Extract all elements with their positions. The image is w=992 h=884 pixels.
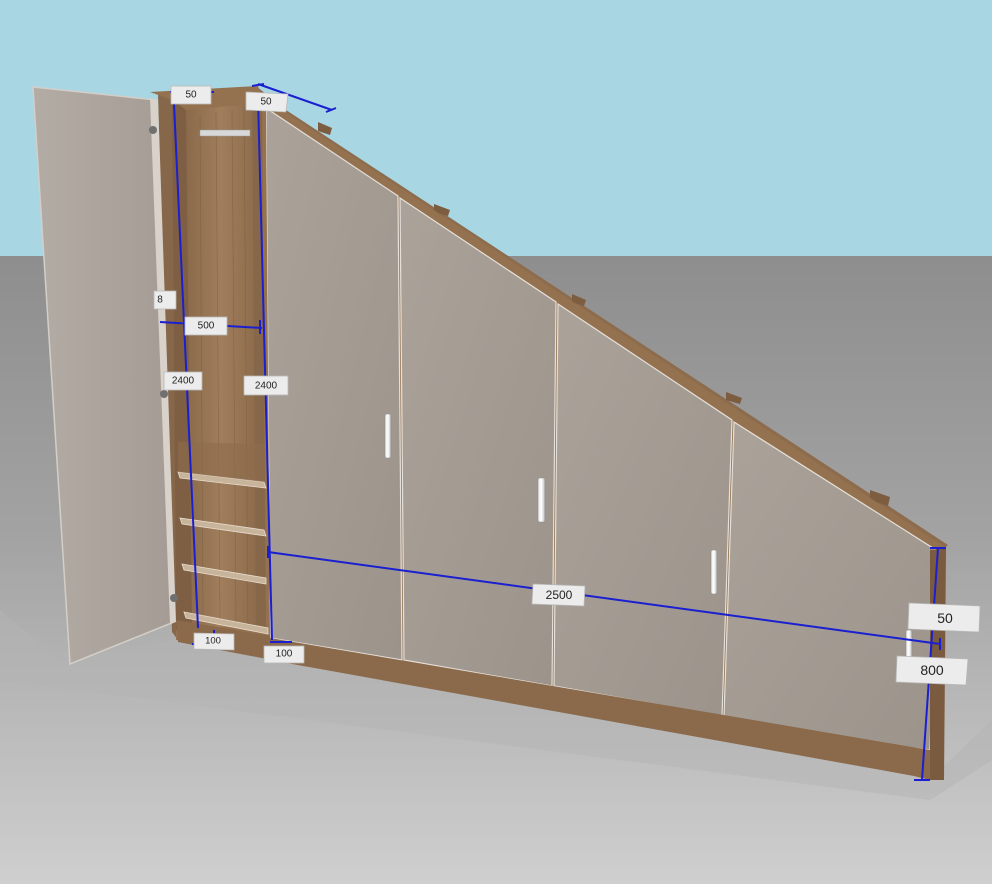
dim-value: 800	[920, 662, 944, 678]
dim-value: 8	[157, 295, 163, 306]
door-handle-icon[interactable]	[537, 477, 546, 523]
column-interior	[186, 104, 256, 628]
hinge-icon	[170, 594, 178, 602]
hinge-icon	[149, 126, 157, 134]
door-handle-icon[interactable]	[384, 413, 392, 459]
dim-value: 500	[198, 321, 215, 332]
dim-label-right-height[interactable]: 800	[895, 655, 969, 686]
wardrobe-3d-view: 50 50 8 500 2400 2400 100 100 2500 50 80…	[0, 0, 992, 884]
dim-value: 50	[937, 610, 953, 626]
hinge-icon	[160, 390, 168, 398]
dim-value: 100	[276, 649, 293, 660]
dim-label-plinth-right[interactable]: 100	[263, 645, 305, 664]
dim-label-total-width[interactable]: 2500	[531, 583, 586, 607]
dim-value: 2400	[172, 376, 195, 387]
dim-label-plinth-left[interactable]: 100	[193, 632, 235, 651]
dim-label-right-top[interactable]: 50	[907, 602, 981, 633]
dim-label-top-right[interactable]: 50	[245, 91, 289, 113]
hanging-rail	[199, 129, 251, 137]
dim-value: 2500	[546, 588, 573, 602]
dim-value: 50	[185, 90, 197, 101]
dim-label-inner-height[interactable]: 2400	[243, 375, 289, 396]
door-handle-icon[interactable]	[710, 549, 718, 595]
dim-value: 2400	[255, 381, 278, 392]
dim-label-column-depth[interactable]: 500	[184, 316, 228, 336]
dim-label-left-height[interactable]: 2400	[163, 371, 203, 391]
dim-value: 100	[205, 636, 221, 647]
dim-label-top-left[interactable]: 50	[170, 85, 212, 105]
dim-label-left-edge[interactable]: 8	[153, 290, 177, 310]
dim-value: 50	[260, 97, 272, 108]
